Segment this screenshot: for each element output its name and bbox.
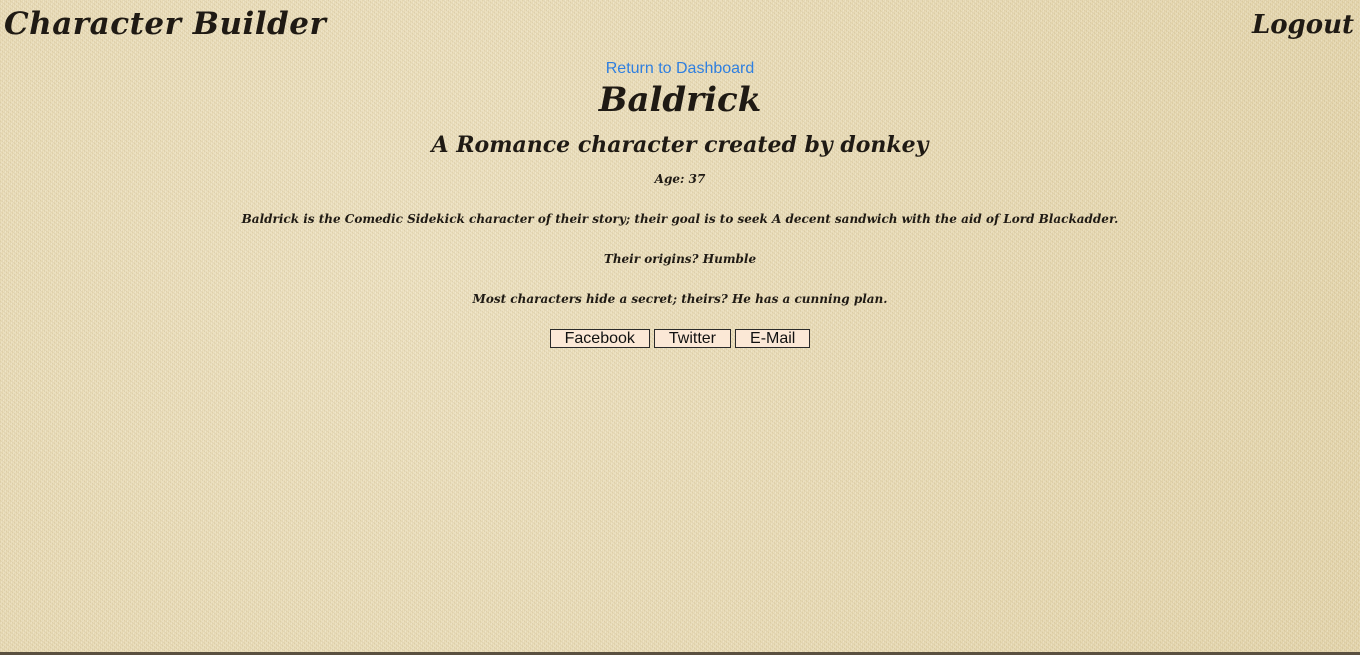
twitter-share-button[interactable]: Twitter [653, 329, 732, 348]
return-to-dashboard-link[interactable]: Return to Dashboard [606, 60, 755, 78]
character-subtitle: A Romance character created by donkey [431, 132, 929, 158]
character-origins: Their origins? Humble [603, 252, 757, 266]
character-secret: Most characters hide a secret; theirs? H… [472, 292, 888, 306]
character-detail: Return to Dashboard Baldrick A Romance c… [0, 58, 1360, 348]
email-share-button[interactable]: E-Mail [735, 329, 811, 348]
character-age: Age: 37 [654, 172, 706, 186]
facebook-share-button[interactable]: Facebook [549, 329, 650, 348]
app-title: Character Builder [4, 6, 327, 42]
share-buttons: Facebook Twitter E-Mail [0, 329, 1360, 348]
character-name: Baldrick [598, 80, 762, 120]
character-description: Baldrick is the Comedic Sidekick charact… [241, 212, 1119, 226]
logout-link[interactable]: Logout [1252, 10, 1354, 40]
